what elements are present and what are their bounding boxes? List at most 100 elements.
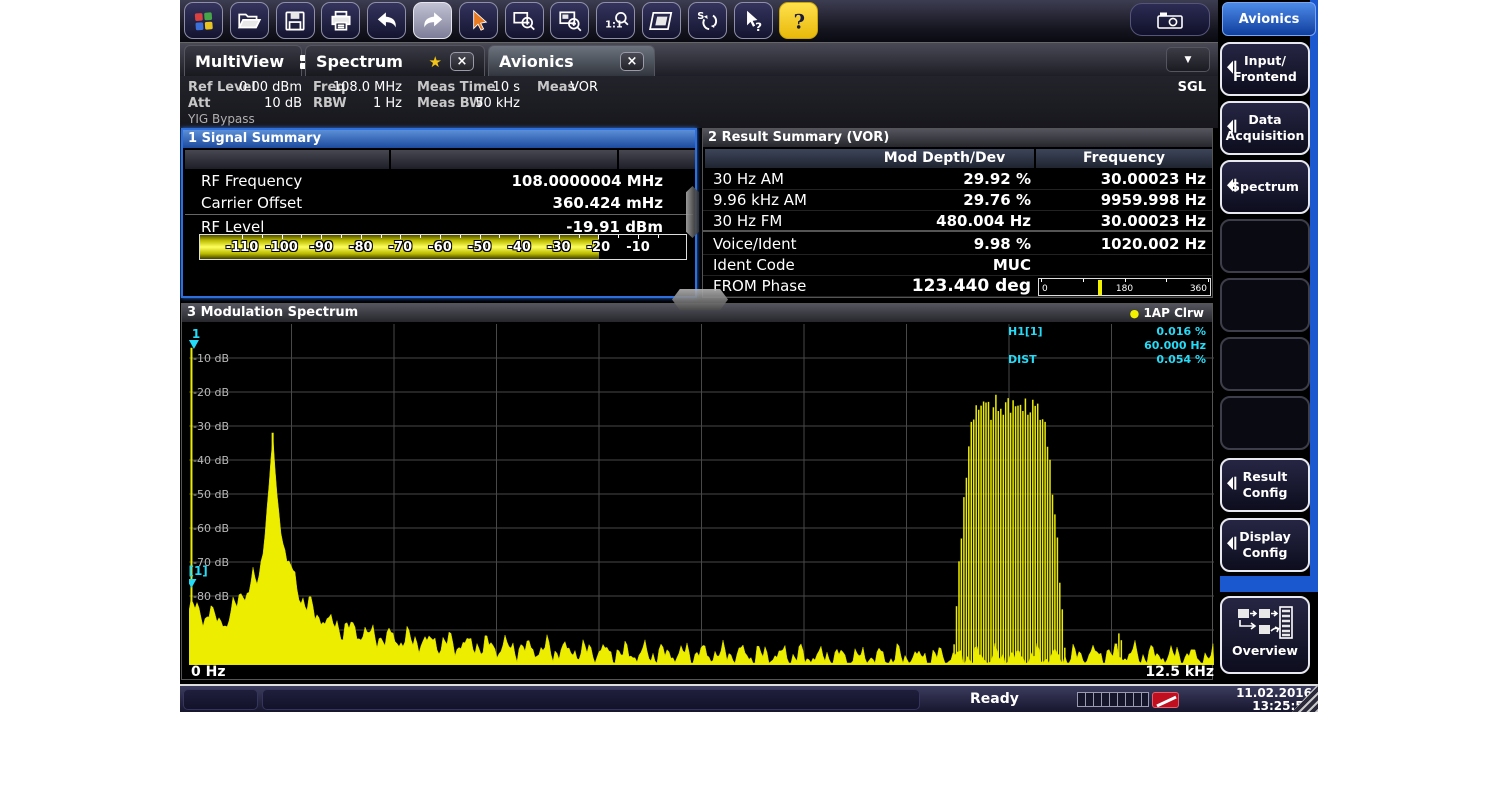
tab-multiview[interactable]: MultiView xyxy=(184,45,302,77)
marker-name: H1[1] xyxy=(1008,325,1043,339)
level-tick-label: -80 xyxy=(349,240,373,255)
toolbar-button-windows-logo[interactable] xyxy=(184,2,223,39)
toolbar-button-help[interactable]: ? xyxy=(779,2,818,39)
toolbar-button-zoom-selection[interactable] xyxy=(550,2,589,39)
signal-summary-panel: 1 Signal Summary RF Frequency108.0000004… xyxy=(181,128,697,298)
softkey-input-frontend[interactable]: Input/ Frontend xyxy=(1220,42,1310,96)
toolbar-button-save[interactable] xyxy=(276,2,315,39)
marker-value: 0.054 % xyxy=(1156,353,1206,367)
setting-value[interactable]: 10 s xyxy=(493,80,520,95)
setting-value[interactable]: VOR xyxy=(570,80,598,95)
undo-icon xyxy=(374,8,400,34)
panel-splitter-horizontal[interactable] xyxy=(672,289,728,310)
tab-label: MultiView xyxy=(195,52,284,71)
level-tick-label: -100 xyxy=(265,240,298,255)
row-freq-value: 30.00023 Hz xyxy=(711,212,1206,230)
toolbar: 1:1 S?? xyxy=(180,0,1218,42)
toolbar-button-select-pointer[interactable] xyxy=(459,2,498,39)
svg-text:-20 dB: -20 dB xyxy=(193,386,229,399)
tab-label: Spectrum xyxy=(316,52,403,71)
tab-close-button[interactable]: × xyxy=(620,52,644,71)
setting-label: Meas BW xyxy=(417,96,483,111)
toolbar-button-context-help[interactable]: ? xyxy=(734,2,773,39)
softkey-label: Data Acquisition xyxy=(1226,112,1305,143)
level-tick-label: -30 xyxy=(547,240,571,255)
svg-text:?: ? xyxy=(793,10,804,33)
level-tick-label: -40 xyxy=(507,240,531,255)
context-help-icon: ? xyxy=(740,8,766,34)
setting-value[interactable]: 1 Hz xyxy=(373,96,402,111)
progress-cell xyxy=(1109,692,1117,707)
toolbar-button-display-setup[interactable] xyxy=(642,2,681,39)
svg-text:1: 1 xyxy=(192,327,200,341)
tab-spectrum[interactable]: Spectrum ★ × xyxy=(305,45,485,77)
marker-readout: H1[1]0.016 %60.000 HzDIST0.054 % xyxy=(1008,325,1206,367)
progress-cell xyxy=(1125,692,1133,707)
softkey-display-config[interactable]: Display Config xyxy=(1220,518,1310,572)
softkey-empty[interactable] xyxy=(1220,219,1310,273)
toolbar-button-sync[interactable]: S xyxy=(688,2,727,39)
status-bar: Ready 11.02.2016 13:25:59 xyxy=(180,684,1318,712)
overview-button-label: Overview xyxy=(1222,643,1308,658)
softkey-data-acquisition[interactable]: Data Acquisition xyxy=(1220,101,1310,155)
marker-readout-row: 60.000 Hz xyxy=(1008,339,1206,353)
setting-value[interactable]: 10 dB xyxy=(264,96,302,111)
tab-list-dropdown-button[interactable]: ▼ xyxy=(1166,47,1210,72)
level-tick-label: -90 xyxy=(309,240,333,255)
row-label: RF Frequency xyxy=(201,172,302,190)
toolbar-button-undo[interactable] xyxy=(367,2,406,39)
result-row: Ident CodeMUC xyxy=(703,255,1212,276)
gauge-value-marker xyxy=(1098,280,1102,295)
level-tick-label: -50 xyxy=(468,240,492,255)
sync-icon: S xyxy=(694,8,720,34)
row-mod-value: 123.440 deg xyxy=(711,276,1031,296)
toolbar-button-zoom-1to1[interactable]: 1:1 xyxy=(596,2,635,39)
row-freq-value: 1020.002 Hz xyxy=(711,235,1206,253)
lxi-error-icon[interactable] xyxy=(1152,692,1179,708)
softkey-arrow-icon xyxy=(1226,536,1237,555)
softkey-spectrum[interactable]: Spectrum xyxy=(1220,160,1310,214)
softkey-arrow-icon xyxy=(1226,119,1237,138)
softkey-result-config[interactable]: Result Config xyxy=(1220,458,1310,512)
row-mod-value: MUC xyxy=(711,256,1031,274)
favorite-star-icon: ★ xyxy=(429,53,442,71)
svg-text:-50 dB: -50 dB xyxy=(193,488,229,501)
open-file-icon xyxy=(236,8,262,34)
table-band xyxy=(391,150,617,169)
softkey-empty[interactable] xyxy=(1220,396,1310,450)
setting-label: RBW xyxy=(313,96,347,111)
overview-button[interactable]: Overview xyxy=(1220,596,1310,674)
setting-value[interactable]: 0.00 dBm xyxy=(239,80,302,95)
ready-status: Ready xyxy=(970,691,1019,707)
yig-bypass-label: YIG Bypass xyxy=(188,112,255,126)
progress-cell xyxy=(1141,692,1149,707)
modulation-spectrum-panel: 3 Modulation Spectrum ● 1AP Clrw -10 dB-… xyxy=(181,303,1213,680)
spectrum-plot[interactable]: -10 dB-20 dB-30 dB-40 dB-50 dB-60 dB-70 … xyxy=(189,324,1214,665)
analyzer-screen: 1:1S?? MultiViewSpectrum★×Avionics× ▼ SG… xyxy=(180,0,1318,712)
tab-avionics[interactable]: Avionics× xyxy=(488,45,655,77)
status-message-slot xyxy=(262,689,920,710)
toolbar-button-zoom[interactable] xyxy=(505,2,544,39)
progress-cell xyxy=(1101,692,1109,707)
softkey-empty[interactable] xyxy=(1220,337,1310,391)
softkey-empty[interactable] xyxy=(1220,278,1310,332)
gauge-max: 360 xyxy=(1190,284,1207,294)
progress-cell xyxy=(1085,692,1093,707)
level-tick-label: -10 xyxy=(626,240,650,255)
setting-value[interactable]: 50 kHz xyxy=(475,96,520,111)
marker-value: 60.000 Hz xyxy=(1144,339,1206,353)
result-summary-title: 2 Result Summary (VOR) xyxy=(703,129,1212,147)
level-tick-label: -70 xyxy=(389,240,413,255)
x-stop-label: 12.5 kHz xyxy=(1145,664,1214,680)
row-value: 360.424 mHz xyxy=(553,194,663,212)
toolbar-button-redo[interactable] xyxy=(413,2,452,39)
row-label: Carrier Offset xyxy=(201,194,302,212)
tab-close-button[interactable]: × xyxy=(450,52,474,71)
toolbar-button-open-file[interactable] xyxy=(230,2,269,39)
spectrum-svg: -10 dB-20 dB-30 dB-40 dB-50 dB-60 dB-70 … xyxy=(189,324,1214,665)
toolbar-button-print[interactable] xyxy=(321,2,360,39)
setting-value[interactable]: 108.0 MHz xyxy=(333,80,402,95)
panel-splitter-vertical[interactable] xyxy=(686,186,699,238)
screenshot-button[interactable] xyxy=(1130,3,1210,36)
trace-dot-icon: ● xyxy=(1130,307,1140,320)
